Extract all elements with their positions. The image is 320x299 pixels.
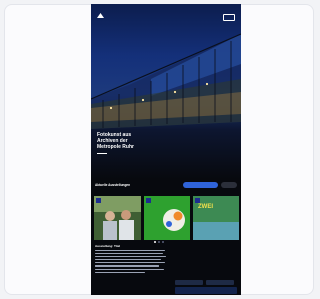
footer-chip[interactable] [206,280,234,285]
description-text-line [95,250,165,252]
people-photo-image [94,196,141,240]
hero-section: Fotokunst aus Archiven der Metropole Ruh… [91,4,241,179]
all-exhibitions-button[interactable] [183,182,218,188]
carousel-dots [154,241,164,243]
secondary-button[interactable] [221,182,237,188]
description-text-line [95,271,145,273]
description-text-line [95,256,166,258]
footer-button[interactable] [175,287,237,294]
description-text-line [95,265,159,267]
mobile-page: Fotokunst aus Archiven der Metropole Ruh… [91,4,241,295]
tile-badge-icon [146,198,151,203]
carousel-dot-3[interactable] [162,241,164,243]
top-bar [91,4,241,28]
exhibition-tile-1[interactable] [94,196,141,240]
exhibition-tile-3[interactable]: ZWEI [193,196,239,240]
carousel-dot-2[interactable] [158,241,160,243]
description-text-line [95,262,165,264]
footer-chips [175,280,234,285]
site-logo[interactable] [97,12,106,19]
logo-mark-icon [97,13,104,18]
tile-badge-icon [96,198,101,203]
exhibition-description: Ausstellung: Titel [95,244,167,273]
description-text-line [95,253,163,255]
hero-divider [97,153,107,155]
exhibitions-header: Aktuelle Ausstellungen [95,182,237,190]
footer-chip[interactable] [175,280,203,285]
menu-button[interactable] [223,14,235,21]
description-title: Ausstellung: Titel [95,244,121,248]
section-title: Aktuelle Ausstellungen [95,183,131,187]
description-text-line [95,268,164,270]
exhibition-carousel: ZWEI [91,196,241,242]
description-text-line [95,259,161,261]
hero-title-line-3: Metropole Ruhr [97,143,134,150]
exhibition-tile-2[interactable] [144,196,190,240]
hero-title: Fotokunst aus Archiven der Metropole Ruh… [97,132,177,150]
tile-badge-icon [195,198,200,203]
carousel-dot-1[interactable] [154,241,156,243]
hero-text: Fotokunst aus Archiven der Metropole Ruh… [97,132,177,155]
top-nav [215,14,235,21]
tile-3-headline: ZWEI [198,204,213,210]
